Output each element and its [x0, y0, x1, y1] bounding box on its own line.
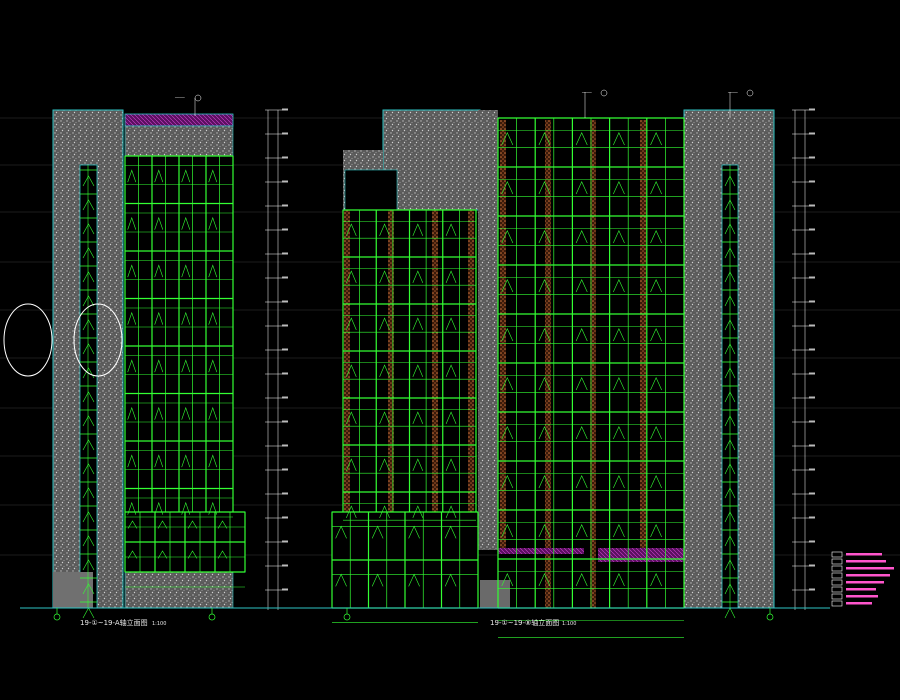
level-tick-label	[282, 324, 288, 327]
canopy-band	[498, 548, 584, 554]
level-tick-label	[809, 276, 815, 279]
level-tick-label	[282, 276, 288, 279]
mid-stone-top	[382, 109, 481, 211]
legend-label-bar	[846, 560, 886, 563]
level-tick-label	[809, 540, 815, 543]
brick-band	[432, 210, 438, 512]
level-tick-label	[282, 252, 288, 255]
legend-swatch	[831, 565, 843, 572]
level-tick-label	[809, 588, 815, 591]
level-tick-label	[809, 132, 815, 135]
level-tick-label	[282, 348, 288, 351]
legend-label-bar	[846, 567, 894, 570]
left-base-stone	[53, 572, 93, 608]
legend-swatch	[831, 593, 843, 600]
level-tick-label	[282, 468, 288, 471]
level-tick-label	[282, 204, 288, 207]
legend-swatch	[831, 572, 843, 579]
level-tick-label	[282, 492, 288, 495]
right-level-dimensions	[792, 108, 815, 610]
svg-text:────: ────	[174, 95, 185, 100]
legend-label-bar	[846, 553, 882, 556]
legend-swatch	[831, 600, 843, 607]
left-roof-panel	[124, 113, 234, 127]
legend-label-bar	[846, 581, 884, 584]
brick-band	[344, 210, 350, 512]
legend-swatch	[831, 558, 843, 565]
level-tick-label	[809, 108, 815, 111]
brick-band	[468, 210, 474, 512]
legend-label-bar	[846, 574, 890, 577]
level-tick-label	[809, 156, 815, 159]
level-tick-label	[809, 300, 815, 303]
level-tick-label	[809, 420, 815, 423]
level-tick-label	[809, 228, 815, 231]
cad-elevation-drawing: ──── ──── ──── 19-①~19-A轴立面图 1:100 19-①~…	[0, 89, 900, 638]
level-tick-label	[282, 372, 288, 375]
level-tick-label	[282, 516, 288, 519]
mid-stone-column	[478, 110, 498, 550]
level-tick-label	[809, 372, 815, 375]
drawing-title-right: 19-①~19-⑧轴立面图 1:100	[490, 618, 576, 627]
level-tick-label	[282, 396, 288, 399]
level-tick-label	[809, 444, 815, 447]
level-tick-label	[282, 588, 288, 591]
level-tick-label	[809, 516, 815, 519]
svg-text:19-①~19-⑧轴立面图: 19-①~19-⑧轴立面图	[490, 618, 559, 627]
revision-cloud-left	[3, 303, 53, 377]
legend-label-bar	[846, 588, 876, 591]
level-tick-label	[809, 492, 815, 495]
level-tick-label	[282, 132, 288, 135]
legend-swatch	[831, 579, 843, 586]
mid-notch-void	[344, 169, 398, 211]
level-tick-label	[282, 444, 288, 447]
legend-label-bar	[846, 602, 872, 605]
level-tick-label	[809, 252, 815, 255]
level-tick-label	[809, 468, 815, 471]
left-elevation: ────	[3, 94, 246, 619]
level-tick-label	[809, 204, 815, 207]
drawing-title-left: 19-①~19-A轴立面图 1:100	[80, 618, 166, 627]
svg-text:19-①~19-A轴立面图: 19-①~19-A轴立面图	[80, 618, 148, 627]
left-parapet-stone	[124, 125, 234, 157]
level-tick-label	[809, 564, 815, 567]
legend-label-bar	[846, 595, 878, 598]
level-tick-label	[282, 300, 288, 303]
level-tick-label	[282, 420, 288, 423]
right-elevation: ──── ────	[331, 89, 775, 638]
level-tick-label	[282, 228, 288, 231]
level-tick-label	[282, 156, 288, 159]
level-tick-label	[282, 564, 288, 567]
left-stone-pier-slot	[79, 164, 98, 609]
level-tick-label	[809, 324, 815, 327]
level-tick-label	[282, 108, 288, 111]
level-tick-label	[809, 396, 815, 399]
canopy-band	[598, 548, 684, 562]
material-legend	[831, 551, 894, 607]
window-opening-mark	[82, 607, 95, 619]
brick-band	[545, 120, 551, 608]
svg-text:────: ────	[727, 90, 738, 95]
window-opening-mark	[724, 607, 736, 619]
left-roof-tag: ────	[174, 94, 202, 116]
brick-band	[640, 120, 646, 550]
legend-swatch	[831, 551, 843, 558]
svg-text:────: ────	[581, 90, 592, 95]
legend-swatch	[831, 586, 843, 593]
level-tick-label	[282, 540, 288, 543]
svg-text:1:100: 1:100	[562, 621, 576, 627]
axis-bubbles	[53, 608, 774, 621]
level-tick-label	[282, 180, 288, 183]
svg-text:1:100: 1:100	[152, 621, 166, 627]
level-tick-label	[809, 180, 815, 183]
left-level-dimensions	[265, 108, 288, 610]
level-tick-label	[809, 348, 815, 351]
mid-base-stone	[480, 580, 510, 608]
left-podium-stone	[124, 571, 234, 609]
